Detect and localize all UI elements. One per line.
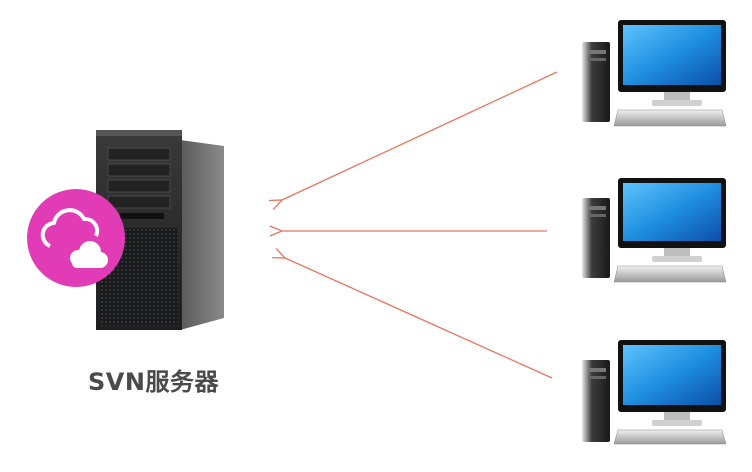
server-label: SVN服务器	[88, 368, 219, 396]
arrow-client-3	[285, 258, 553, 379]
connection-arrows	[282, 71, 558, 379]
client-computer-2	[582, 178, 727, 283]
diagram-canvas: SVN服务器	[0, 0, 752, 472]
arrow-client-1	[282, 71, 558, 200]
diagram-graphic	[27, 20, 727, 445]
client-computer-3	[582, 340, 727, 445]
server-cloud-badge	[27, 189, 125, 287]
client-computer-1	[582, 20, 727, 127]
